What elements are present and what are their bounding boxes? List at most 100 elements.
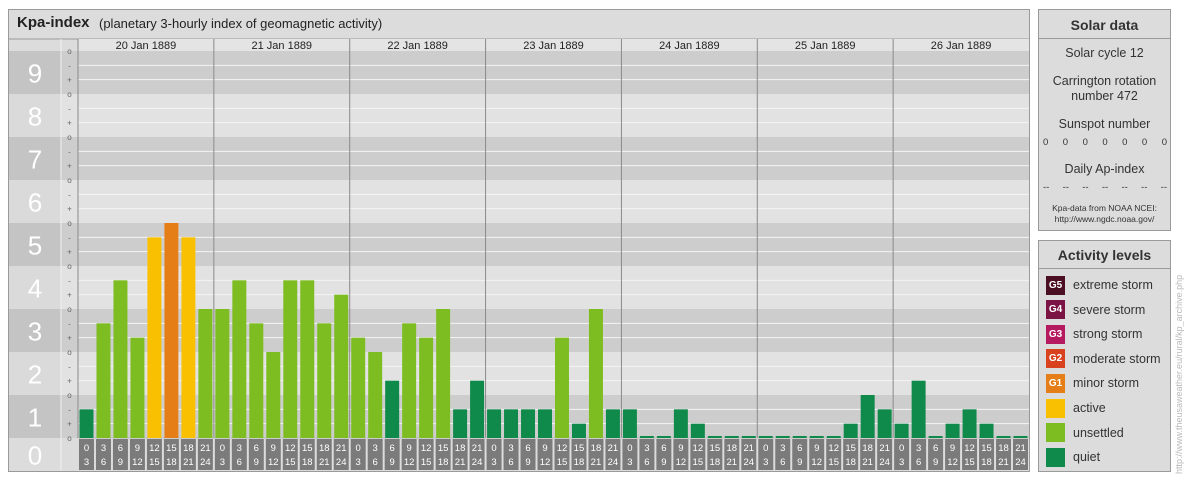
kp-bar (656, 436, 671, 438)
interval-start-label: 6 (797, 443, 802, 454)
interval-start-label: 3 (916, 443, 921, 454)
day-label: 24 Jan 1889 (659, 40, 720, 52)
interval-end-label: 18 (574, 457, 585, 468)
y-sub-tick-label: o (67, 348, 72, 357)
kp-bar (571, 423, 586, 438)
kp-bar (605, 409, 620, 438)
level-swatch (1046, 447, 1065, 467)
interval-end-label: 21 (727, 457, 738, 468)
ap-index-label: Daily Ap-index (1064, 162, 1145, 176)
levels-panel-title: Activity levels (1057, 247, 1152, 263)
kp-level-band (9, 395, 1029, 438)
y-sub-tick-label: o (67, 262, 72, 271)
kp-bar (317, 323, 332, 438)
y-sub-tick-label: o (67, 176, 72, 185)
interval-start-label: 9 (407, 443, 412, 454)
interval-start-label: 15 (574, 443, 585, 454)
kp-bar (300, 280, 315, 438)
level-row: G5 extreme storm (1046, 275, 1153, 295)
interval-start-label: 21 (200, 443, 211, 454)
activity-levels-panel: Activity levels G5 extreme storm G4 severe … (1038, 240, 1171, 472)
kp-bar (266, 352, 281, 438)
interval-start-label: 9 (950, 443, 955, 454)
interval-start-label: 0 (356, 443, 361, 454)
kp-bar (487, 409, 502, 438)
interval-start-label: 15 (302, 443, 313, 454)
level-swatch: G4 (1046, 300, 1065, 320)
kp-level-band (9, 309, 1029, 352)
kp-bar (775, 436, 790, 438)
kp-bar (1013, 436, 1028, 438)
interval-start-label: 18 (727, 443, 738, 454)
interval-start-label: 0 (899, 443, 904, 454)
interval-start-label: 12 (421, 443, 432, 454)
interval-end-label: 9 (797, 457, 802, 468)
interval-start-label: 21 (472, 443, 483, 454)
interval-start-label: 18 (319, 443, 330, 454)
y-tick-label: 0 (28, 441, 42, 471)
level-swatch: G3 (1046, 324, 1065, 344)
level-label: extreme storm (1073, 278, 1153, 292)
y-sub-tick-label: + (67, 291, 72, 300)
level-swatch: G2 (1046, 349, 1065, 369)
interval-end-label: 24 (336, 457, 347, 468)
interval-end-label: 6 (780, 457, 785, 468)
kp-bar (707, 436, 722, 438)
kp-bar (860, 395, 875, 438)
interval-start-label: 0 (84, 443, 89, 454)
interval-end-label: 3 (491, 457, 496, 468)
sunspot-value: 0 (1122, 137, 1128, 148)
kpa-chart-panel: Kpa-index (planetary 3-hourly index of g… (8, 9, 1030, 472)
ap-value: -- (1121, 182, 1128, 193)
interval-start-label: 0 (220, 443, 225, 454)
kp-bar (792, 436, 807, 438)
kp-bar (215, 309, 230, 438)
level-swatch (1046, 423, 1065, 443)
y-sub-tick-label: o (67, 90, 72, 99)
interval-start-label: 21 (608, 443, 619, 454)
kp-level-band (9, 223, 1029, 266)
interval-end-label: 9 (390, 457, 395, 468)
interval-end-label: 15 (828, 457, 839, 468)
interval-start-label: 12 (149, 443, 160, 454)
interval-end-label: 3 (627, 457, 632, 468)
kp-bar (521, 409, 536, 438)
ap-value: -- (1160, 182, 1167, 193)
y-sub-tick-label: o (67, 391, 72, 400)
kp-bar (96, 323, 111, 438)
kp-bar (334, 294, 349, 438)
ap-index-values: -- -- -- -- -- -- -- (1043, 182, 1167, 193)
kp-bar (690, 423, 705, 438)
source-watermark: http://www.theusaweather.eu/rural/kp_arc… (1174, 274, 1184, 474)
y-sub-tick-label: + (67, 420, 72, 429)
y-tick-label: 9 (28, 59, 42, 89)
level-row: G1 minor storm (1046, 373, 1139, 393)
interval-start-label: 21 (879, 443, 890, 454)
interval-start-label: 18 (862, 443, 873, 454)
interval-start-label: 6 (254, 443, 259, 454)
interval-start-label: 9 (814, 443, 819, 454)
interval-end-label: 9 (525, 457, 530, 468)
kp-bar (639, 436, 654, 438)
level-row: quiet (1046, 447, 1100, 467)
interval-end-label: 3 (356, 457, 361, 468)
y-sub-tick-label: - (68, 190, 71, 199)
interval-end-label: 3 (220, 457, 225, 468)
y-sub-tick-label: + (67, 205, 72, 214)
interval-start-label: 0 (763, 443, 768, 454)
interval-end-label: 21 (591, 457, 602, 468)
sunspot-value: 0 (1141, 137, 1148, 148)
kp-bar (826, 436, 841, 438)
interval-start-label: 0 (491, 443, 496, 454)
ap-value: -- (1101, 182, 1109, 193)
interval-end-label: 12 (676, 457, 687, 468)
sunspot-value: 0 (1043, 137, 1049, 148)
interval-start-label: 18 (591, 443, 602, 454)
y-sub-tick-label: - (68, 61, 71, 70)
kp-bar (809, 436, 824, 438)
kp-bar (147, 237, 162, 438)
interval-end-label: 18 (710, 457, 721, 468)
kp-bar (198, 309, 213, 438)
level-label: severe storm (1073, 302, 1146, 317)
y-sub-tick-label: o (67, 47, 72, 56)
